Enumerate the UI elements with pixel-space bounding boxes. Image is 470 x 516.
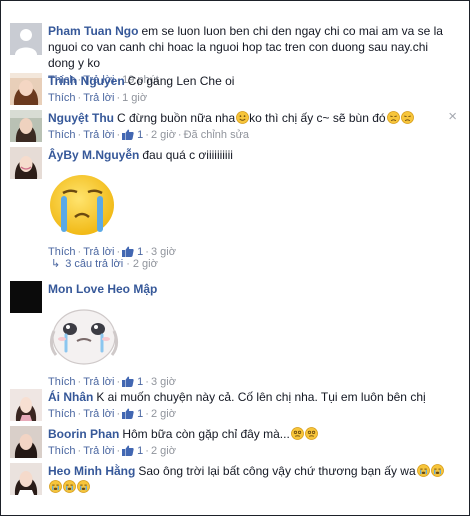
confused-emoji-icon	[304, 427, 318, 440]
comment-time[interactable]: 2 giờ	[151, 129, 176, 141]
crying-emoji-icon	[416, 464, 430, 477]
like-link[interactable]: Thích	[48, 129, 76, 141]
comment-body: Mon Love Heo Mập Thích · Trả lời · 1 · 3 giờ	[48, 281, 457, 389]
comment-author[interactable]: Boorin Phan	[48, 427, 119, 441]
comment-text: Hôm bữa còn gặp chỉ đây mà...	[122, 427, 290, 441]
sad-emoji-icon	[400, 111, 414, 124]
comment-author[interactable]: Nguyệt Thu	[48, 111, 114, 125]
default-avatar-icon[interactable]	[10, 23, 42, 55]
comment-meta: Thích · Trả lời · 1 · 3 giờ	[48, 376, 176, 388]
like-count[interactable]: 1	[137, 129, 143, 141]
view-replies-link[interactable]: ↳ 3 câu trả lời · 2 giờ	[51, 257, 158, 270]
like-count[interactable]: 1	[137, 376, 143, 388]
like-link[interactable]: Thích	[48, 408, 76, 420]
close-icon[interactable]: ×	[448, 108, 457, 125]
like-link[interactable]: Thích	[48, 445, 76, 457]
crying-emoji-icon	[430, 464, 444, 477]
smile-emoji-icon	[236, 111, 250, 124]
like-link[interactable]: Thích	[48, 92, 76, 104]
reply-link[interactable]: Trả lời	[83, 408, 114, 420]
reply-arrow-icon: ↳	[51, 258, 61, 270]
black-avatar-icon[interactable]	[10, 281, 42, 313]
confused-emoji-icon	[290, 427, 304, 440]
comment-text-2: ko thì chị ấy c~ sẽ bùn đó	[249, 111, 386, 125]
crying-emoji-icon	[49, 480, 62, 493]
like-count-icon	[122, 376, 134, 387]
crying-bunny-sticker-icon	[48, 301, 457, 371]
reply-link[interactable]: Trả lời	[83, 129, 114, 141]
edited-label[interactable]: Đã chỉnh sửa	[184, 129, 249, 141]
comment-author[interactable]: Pham Tuan Ngo	[48, 24, 138, 38]
comment-time[interactable]: 2 giờ	[151, 408, 176, 420]
like-count-icon	[122, 246, 134, 257]
comment-author[interactable]: Ái Nhân	[48, 390, 93, 404]
photo-avatar-icon[interactable]	[10, 463, 42, 495]
reply-link[interactable]: Trả lời	[83, 445, 114, 457]
crying-emoji-icon	[77, 480, 90, 493]
reply-link[interactable]: Trả lời	[83, 92, 114, 104]
comment-author[interactable]: Heo Minh Hằng	[48, 464, 135, 478]
comment-text: K ai muốn chuyện này cả. Cố lên chị nha.…	[96, 390, 426, 404]
like-count-icon	[122, 129, 134, 140]
photo-avatar-icon[interactable]	[10, 73, 42, 105]
comment-text: đau quá c ơiiiiiiiiii	[142, 148, 233, 162]
replies-time[interactable]: 2 giờ	[133, 258, 158, 270]
comment-body: Nguyệt Thu C đừng buồn nữa nha ko thì chị …	[48, 110, 457, 142]
comment-author[interactable]: Mon Love Heo Mập	[48, 282, 157, 296]
comment-author[interactable]: ÂyBy M.Nguyễn	[48, 148, 139, 162]
comment-body: Boorin Phan Hôm bữa còn gặp chỉ đây mà...…	[48, 426, 457, 458]
reply-link[interactable]: Trả lời	[83, 376, 114, 388]
comment-time[interactable]: 2 giờ	[151, 445, 176, 457]
comment-text: C đừng buồn nữa nha	[117, 111, 236, 125]
like-count-icon	[122, 445, 134, 456]
like-count[interactable]: 1	[137, 445, 143, 457]
comment-thread: Pham Tuan Ngo em se luon luon ben chi den…	[0, 0, 470, 516]
comment-author[interactable]: Trinh Nguyen	[48, 74, 125, 88]
photo-avatar-icon[interactable]	[10, 147, 42, 179]
like-count-icon	[122, 408, 134, 419]
sad-emoji-icon	[386, 111, 400, 124]
replies-count[interactable]: 3 câu trả lời	[65, 258, 123, 270]
like-count[interactable]: 1	[137, 408, 143, 420]
comment-time[interactable]: 1 giờ	[122, 92, 147, 104]
comment-meta: Thích · Trả lời · 1 · 2 giờ · Đã chỉnh sửa	[48, 129, 250, 141]
like-link[interactable]: Thích	[48, 376, 76, 388]
photo-avatar-icon[interactable]	[10, 426, 42, 458]
comment-body: ÂyBy M.Nguyễn đau quá c ơiiiiiiiiii Thích…	[48, 147, 457, 259]
comment-body: Heo Minh Hằng Sao ông trời lại bất công v…	[48, 463, 457, 495]
comment-meta: Thích · Trả lời · 1 · 2 giờ	[48, 445, 176, 457]
crying-emoji-icon	[63, 480, 76, 493]
comment-body: Trinh Nguyen Co gang Len Che oi Thích · Trả…	[48, 73, 457, 105]
comment-meta: Thích · Trả lời · 1 giờ	[48, 92, 148, 104]
crying-face-sticker-icon	[48, 171, 457, 241]
photo-avatar-icon[interactable]	[10, 110, 42, 142]
comment-text: Sao ông trời lại bất công vậy chứ thương…	[138, 464, 416, 478]
comment-body: Ái Nhân K ai muốn chuyện này cả. Cố lên c…	[48, 389, 457, 421]
comment-meta: Thích · Trả lời · 1 · 2 giờ	[48, 408, 176, 420]
comment-time[interactable]: 3 giờ	[151, 376, 176, 388]
comment-text: Co gang Len Che oi	[127, 74, 235, 88]
photo-avatar-icon[interactable]	[10, 389, 42, 421]
